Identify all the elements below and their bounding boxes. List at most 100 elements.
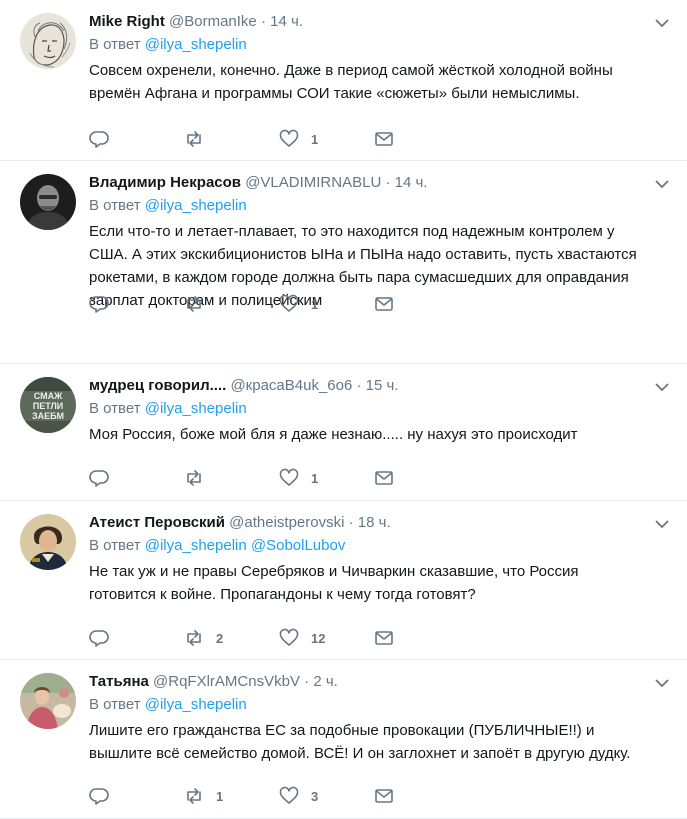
timestamp[interactable]: 14 ч. — [395, 174, 428, 191]
reply-prefix: В ответ — [89, 36, 141, 53]
author-handle[interactable]: @красаB4uk_6o6 — [230, 377, 352, 394]
retweet-button[interactable] — [184, 129, 279, 149]
avatar[interactable] — [20, 174, 76, 230]
retweet-icon — [187, 470, 201, 486]
direct-message-button[interactable] — [374, 786, 469, 806]
tweet-header: Татьяна @RqFXlrAMCnsVkbV · 2 ч. — [89, 672, 671, 692]
timestamp[interactable]: 18 ч. — [358, 514, 391, 531]
mention-link[interactable]: @SobolLubov — [251, 537, 345, 554]
avatar[interactable] — [20, 514, 76, 570]
tweet-header: Владимир Некрасов @VLADIMIRNABLU · 14 ч. — [89, 173, 671, 193]
reply-prefix: В ответ — [89, 537, 141, 554]
avatar[interactable] — [20, 13, 76, 69]
mention-link[interactable]: @ilya_shepelin — [145, 537, 247, 554]
direct-message-button[interactable] — [374, 468, 469, 488]
mention-link[interactable]: @ilya_shepelin — [145, 696, 247, 713]
author-name[interactable]: мудрец говорил.... — [89, 377, 226, 394]
avatar[interactable] — [20, 673, 76, 729]
mention-link[interactable]: @ilya_shepelin — [145, 400, 247, 417]
tweet[interactable]: СМАЖ ПЕТЛИ ЗАЕБМ мудрец говорил.... @кра… — [0, 364, 687, 501]
avatar[interactable]: СМАЖ ПЕТЛИ ЗАЕБМ — [20, 377, 76, 433]
painting-avatar-icon — [20, 673, 76, 729]
envelope-icon — [375, 789, 393, 803]
tweet-text: Не так уж и не правы Серебряков и Чичвар… — [89, 563, 579, 603]
reply-context: В ответ @ilya_shepelin — [89, 35, 671, 55]
mention-link[interactable]: @ilya_shepelin — [145, 36, 247, 53]
like-count: 12 — [311, 630, 326, 646]
retweet-icon — [187, 788, 201, 804]
reply-icon — [89, 470, 109, 487]
chevron-down-icon[interactable] — [653, 676, 671, 690]
author-handle[interactable]: @RqFXlrAMCnsVkbV — [153, 673, 300, 690]
sketch-portrait-avatar-icon — [20, 13, 76, 69]
reply-icon — [89, 788, 109, 805]
retweet-button[interactable]: 2 — [184, 628, 279, 648]
separator-dot: · — [356, 377, 362, 394]
tweet-actions: 1 — [89, 129, 469, 149]
timestamp[interactable]: 15 ч. — [366, 377, 399, 394]
envelope-icon — [375, 471, 393, 485]
man-portrait-avatar-icon — [20, 174, 76, 230]
author-name[interactable]: Атеист Перовский — [89, 514, 225, 531]
reply-prefix: В ответ — [89, 400, 141, 417]
direct-message-button[interactable] — [374, 129, 469, 149]
timestamp[interactable]: 2 ч. — [313, 673, 338, 690]
retweet-count: 1 — [216, 788, 224, 804]
retweet-button[interactable] — [184, 468, 279, 488]
separator-dot: · — [260, 13, 266, 30]
tweet[interactable]: Атеист Перовский @atheistperovski · 18 ч… — [0, 501, 687, 660]
author-name[interactable]: Татьяна — [89, 673, 149, 690]
like-button[interactable]: 12 — [279, 628, 374, 648]
tweet[interactable]: Mike Right @BormanIke · 14 ч. В ответ @i… — [0, 0, 687, 161]
retweet-button[interactable]: 1 — [184, 786, 279, 806]
reply-button[interactable] — [89, 294, 184, 314]
envelope-icon — [375, 132, 393, 146]
chevron-down-icon[interactable] — [653, 177, 671, 191]
tweet-actions: 1 — [89, 468, 469, 488]
reply-icon — [89, 296, 109, 313]
timestamp[interactable]: 14 ч. — [270, 13, 303, 30]
envelope-icon — [375, 631, 393, 645]
direct-message-button[interactable] — [374, 628, 469, 648]
reply-icon — [89, 630, 109, 647]
author-name[interactable]: Mike Right — [89, 13, 165, 30]
retweet-button[interactable] — [184, 294, 279, 314]
author-handle[interactable]: @VLADIMIRNABLU — [245, 174, 381, 191]
chevron-down-icon[interactable] — [653, 517, 671, 531]
reply-button[interactable] — [89, 129, 184, 149]
reply-button[interactable] — [89, 786, 184, 806]
reply-icon — [89, 131, 109, 148]
reply-context: В ответ @ilya_shepelin — [89, 196, 671, 216]
retweet-icon — [187, 131, 201, 147]
retweet-icon — [187, 296, 201, 312]
reply-context: В ответ @ilya_shepelin @SobolLubov — [89, 536, 671, 556]
author-handle[interactable]: @BormanIke — [169, 13, 257, 30]
reply-button[interactable] — [89, 468, 184, 488]
author-name[interactable]: Владимир Некрасов — [89, 174, 241, 191]
reply-button[interactable] — [89, 628, 184, 648]
like-button[interactable]: 1 — [279, 294, 374, 314]
like-button[interactable]: 1 — [279, 468, 374, 488]
heart-icon — [279, 786, 299, 804]
avatar-graffiti-line: СМАЖ — [34, 391, 63, 401]
direct-message-button[interactable] — [374, 294, 469, 314]
like-count: 1 — [311, 131, 319, 147]
tweet-actions: 1 3 — [89, 786, 469, 806]
author-handle[interactable]: @atheistperovski — [229, 514, 344, 531]
tweet-text: Моя Россия, боже мой бля я даже незнаю..… — [89, 426, 578, 443]
chevron-down-icon[interactable] — [653, 380, 671, 394]
avatar-graffiti-line: ПЕТЛИ — [33, 401, 64, 411]
heart-icon — [279, 294, 299, 312]
avatar-graffiti-line: ЗАЕБМ — [32, 411, 64, 421]
tweet-actions: 2 12 — [89, 628, 469, 648]
tweet[interactable]: Татьяна @RqFXlrAMCnsVkbV · 2 ч. В ответ … — [0, 660, 687, 819]
like-button[interactable]: 3 — [279, 786, 374, 806]
mention-link[interactable]: @ilya_shepelin — [145, 197, 247, 214]
replies-feed: Mike Right @BormanIke · 14 ч. В ответ @i… — [0, 0, 687, 819]
tweet[interactable]: Владимир Некрасов @VLADIMIRNABLU · 14 ч.… — [0, 161, 687, 364]
like-button[interactable]: 1 — [279, 129, 374, 149]
separator-dot: · — [304, 673, 310, 690]
like-count: 1 — [311, 470, 319, 486]
chevron-down-icon[interactable] — [653, 16, 671, 30]
painted-portrait-avatar-icon — [20, 514, 76, 570]
